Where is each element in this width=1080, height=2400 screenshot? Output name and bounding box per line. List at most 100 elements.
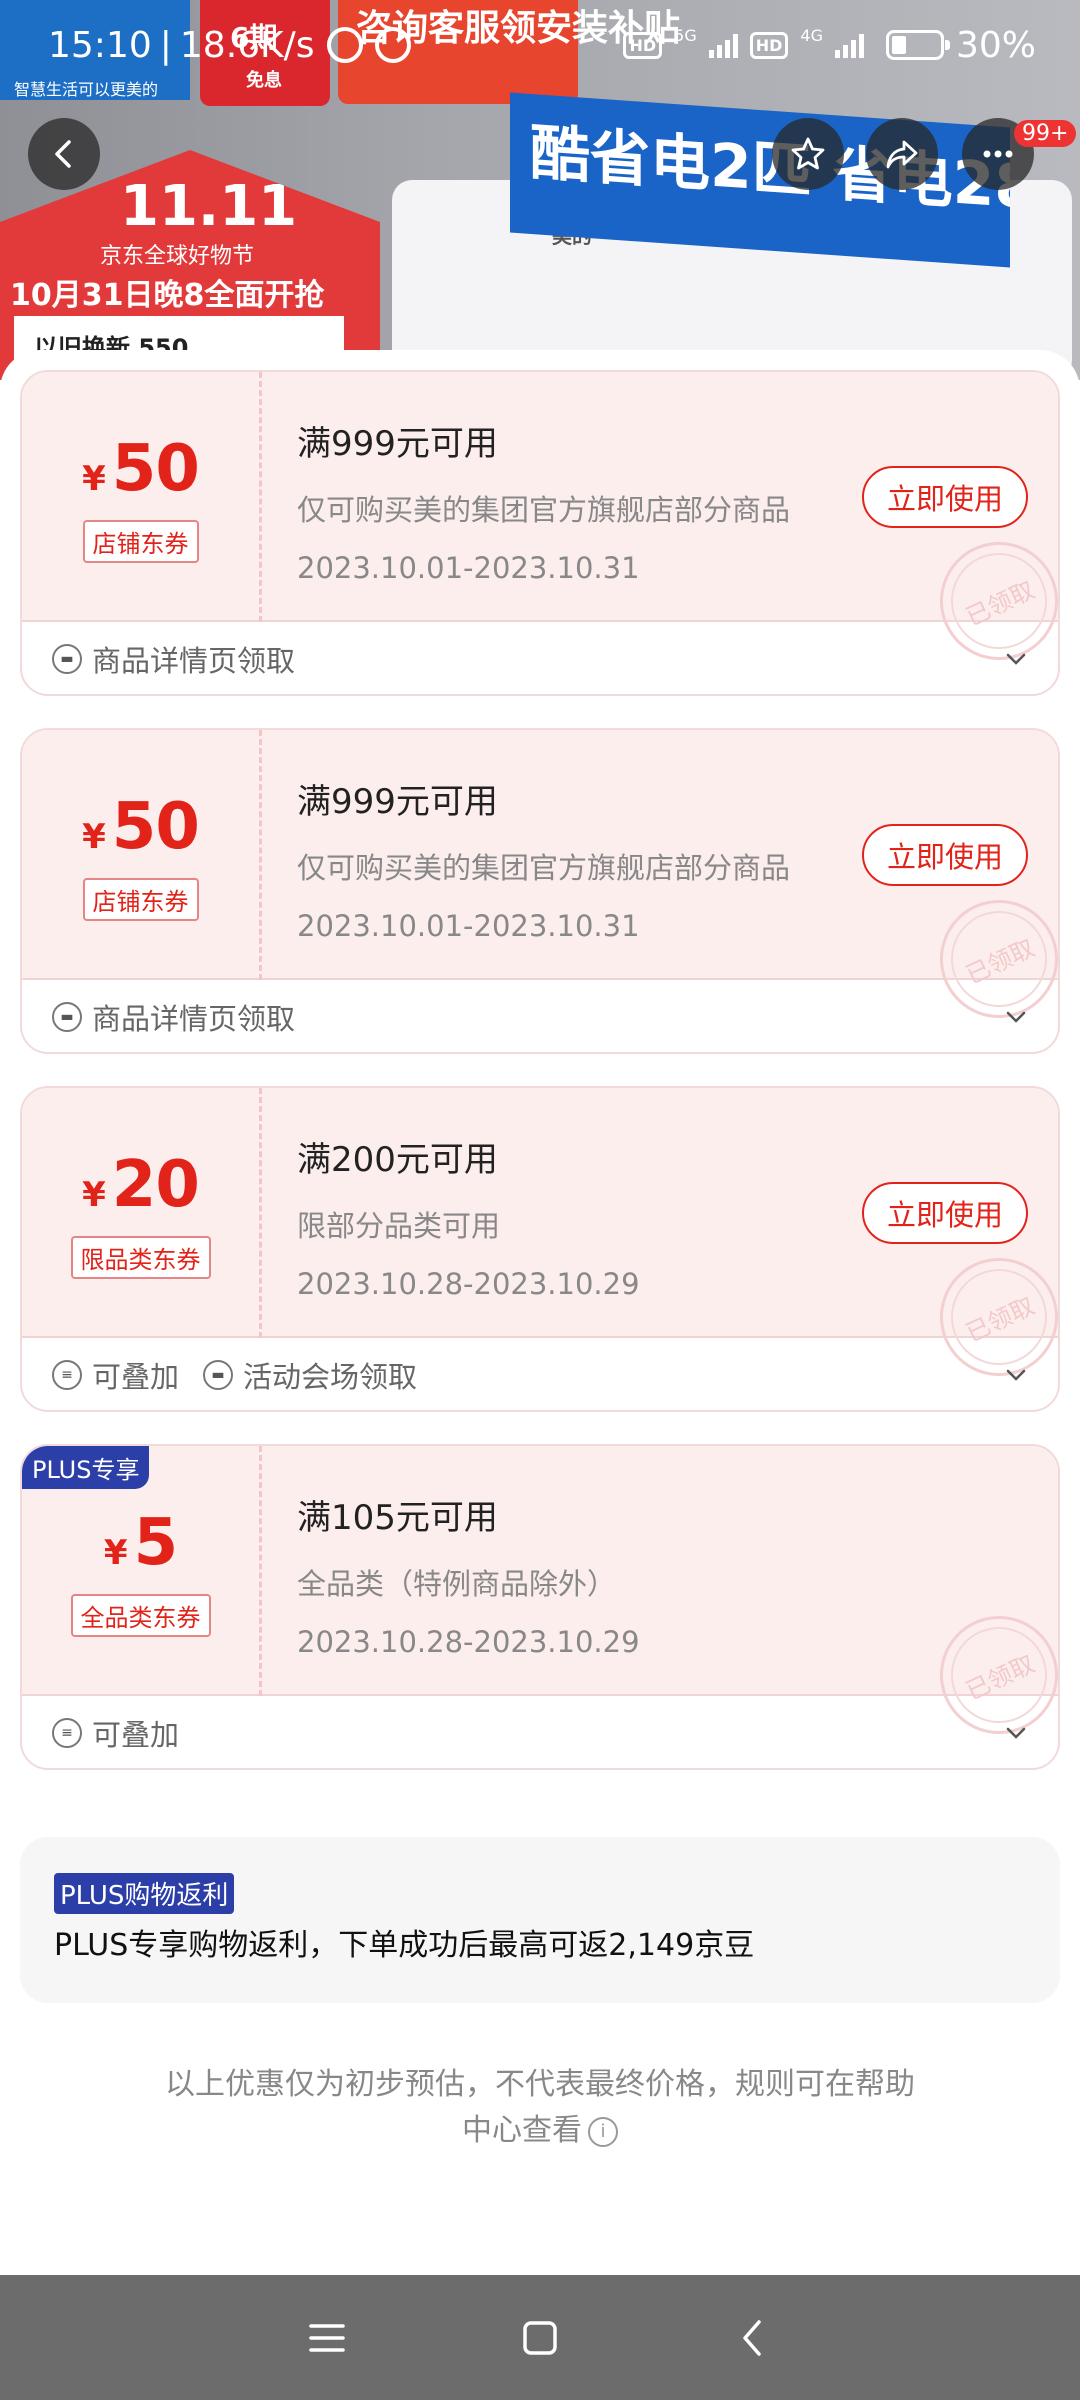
coupon-condition: 满105元可用 [297,1498,498,1538]
ticket-icon: ▬ [203,1360,234,1390]
coupon-info: 满999元可用 仅可购买美的集团官方旗舰店部分商品 2023.10.01-202… [297,416,790,585]
coupon-dates: 2023.10.28-2023.10.29 [297,1267,640,1301]
coupon-type: 店铺东券 [82,877,199,921]
coupon-tag: ≡ 可叠加 [52,1712,179,1754]
chevron-down-icon[interactable] [1004,1363,1028,1387]
yen-symbol: ¥ [82,1174,106,1215]
coupon-scope: 全品类（特例商品除外） [297,1567,617,1601]
tag-label: 商品详情页领取 [92,1002,296,1036]
rebate-text: PLUS专享购物返利，下单成功后最高可返2,149京豆 [54,1928,755,1963]
back-button[interactable] [28,118,100,190]
info-icon[interactable]: i [588,2116,618,2147]
chevron-down-icon[interactable] [1004,1721,1028,1745]
tag-label: 可叠加 [92,1360,180,1394]
use-now-button[interactable]: 立即使用 [862,824,1028,886]
home-button[interactable] [515,2313,565,2363]
disclaimer-line2[interactable]: 中心查看 [462,2113,582,2148]
hd-icon-2: HD [749,31,789,59]
share-icon [886,140,918,169]
net-type-5g: 5G [674,25,697,45]
system-nav-bar [0,2275,1080,2400]
coupon-tag: ≡ 可叠加 [52,1354,179,1396]
use-now-button[interactable]: 立即使用 [862,466,1028,528]
hd-icon: HD [623,31,663,59]
more-icon [983,150,1013,158]
coupon-condition: 满999元可用 [297,782,498,822]
amount-number: 50 [111,431,200,506]
event-line1: 京东全球好物节 [100,244,255,269]
stack-icon: ≡ [52,1360,82,1390]
coupon-tag: ▬ 活动会场领取 [203,1354,417,1396]
menu-button[interactable] [302,2313,352,2363]
coupon-card: ¥ 5 全品类东券 满105元可用 全品类（特例商品除外） 2023.10.28… [20,1444,1060,1770]
coupon-footer[interactable]: ▬ 商品详情页领取 [22,622,1058,694]
coupon-scope: 限部分品类可用 [297,1209,501,1243]
coupon-body: ¥ 5 全品类东券 满105元可用 全品类（特例商品除外） 2023.10.28… [22,1446,1058,1754]
net-type-4g: 4G [800,25,823,45]
coupon-condition: 满200元可用 [297,1140,498,1180]
alarm-icon [326,27,363,63]
coupon-dates: 2023.10.01-2023.10.31 [297,909,640,943]
signal-icon-2 [834,32,864,58]
amount-number: 20 [111,1147,200,1222]
use-now-button[interactable]: 立即使用 [862,1182,1028,1244]
chevron-down-icon[interactable] [1004,647,1028,671]
coupon-info: 满200元可用 限部分品类可用 2023.10.28-2023.10.29 [297,1132,640,1301]
menu-icon [308,2323,345,2352]
coupon-condition: 满999元可用 [297,424,498,464]
event-big: 11.11 [120,174,298,239]
app-notification-icon [374,27,411,63]
coupon-footer[interactable]: ▬ 商品详情页领取 [22,980,1058,1052]
coupon-amount: ¥ 50 [82,431,200,506]
back-icon [743,2319,762,2356]
tag-label: 商品详情页领取 [92,644,296,678]
coupon-footer[interactable]: ≡ 可叠加 [22,1696,1058,1768]
coupon-amount: ¥ 50 [82,789,200,864]
yen-symbol: ¥ [82,816,106,857]
disclaimer-line1: 以上优惠仅为初步预估，不代表最终价格，规则可在帮助 [165,2067,915,2102]
chevron-left-icon [55,140,71,168]
amount-number: 50 [111,789,200,864]
yen-symbol: ¥ [103,1532,128,1573]
coupon-footer[interactable]: ≡ 可叠加 ▬ 活动会场领取 [22,1338,1058,1410]
battery-icon [885,30,950,60]
coupon-body: ¥ 50 店铺东券 满999元可用 仅可购买美的集团官方旗舰店部分商品 2023… [22,372,1058,680]
message-count-badge: 99+ [1014,120,1077,147]
amount-number: 5 [133,1505,179,1580]
status-separator: | [159,24,172,66]
coupon-type: 店铺东券 [82,519,199,563]
ticket-icon: ▬ [52,1002,82,1032]
coupon-tag: ▬ 商品详情页领取 [52,638,295,680]
coupon-dates: 2023.10.01-2023.10.31 [297,551,640,585]
coupon-card: ¥ 20 限品类东券 满200元可用 限部分品类可用 2023.10.28-20… [20,1086,1060,1412]
coupon-info: 满999元可用 仅可购买美的集团官方旗舰店部分商品 2023.10.01-202… [297,774,790,943]
favorite-button[interactable] [772,118,844,190]
battery-percent: 30% [955,24,1036,66]
coupon-info: 满105元可用 全品类（特例商品除外） 2023.10.28-2023.10.2… [297,1490,640,1659]
plus-exclusive-badge: PLUS专享 [22,1446,150,1489]
share-button[interactable] [866,118,938,190]
status-right: HD 5G HD 4G 30% [623,25,1036,66]
star-icon [791,137,825,170]
disclaimer: 以上优惠仅为初步预估，不代表最终价格，规则可在帮助 中心查看 i [130,2062,950,2154]
back-nav-button[interactable] [728,2313,778,2363]
coupon-type: 全品类东券 [70,1593,211,1637]
coupon-body: ¥ 50 店铺东券 满999元可用 仅可购买美的集团官方旗舰店部分商品 2023… [22,730,1058,1038]
coupon-tag: ▬ 商品详情页领取 [52,996,295,1038]
ticket-icon: ▬ [52,644,82,674]
coupon-sheet: 优惠 ¥ 50 店铺东券 满999元可用 仅可购买美的集团官方旗舰店部分商品 2… [0,350,1080,2275]
signal-icon [708,32,738,58]
coupon-value: ¥ 50 店铺东券 [22,730,262,980]
chevron-down-icon[interactable] [1004,1005,1028,1029]
coupon-dates: 2023.10.28-2023.10.29 [297,1625,640,1659]
coupon-body: ¥ 20 限品类东券 满200元可用 限部分品类可用 2023.10.28-20… [22,1088,1058,1396]
coupon-type: 限品类东券 [70,1235,211,1279]
tag-label: 可叠加 [92,1718,180,1752]
plus-rebate-card: PLUS购物返利 PLUS专享购物返利，下单成功后最高可返2,149京豆 [20,1837,1060,2003]
tag-label: 活动会场领取 [243,1360,418,1394]
rebate-badge: PLUS购物返利 [54,1873,235,1914]
clock: 15:10 [48,24,152,66]
status-bar: 15:10 | 18.6K/s HD 5G HD 4G 30% [0,0,1080,90]
coupon-scope: 仅可购买美的集团官方旗舰店部分商品 [297,493,791,527]
stack-icon: ≡ [52,1718,82,1748]
